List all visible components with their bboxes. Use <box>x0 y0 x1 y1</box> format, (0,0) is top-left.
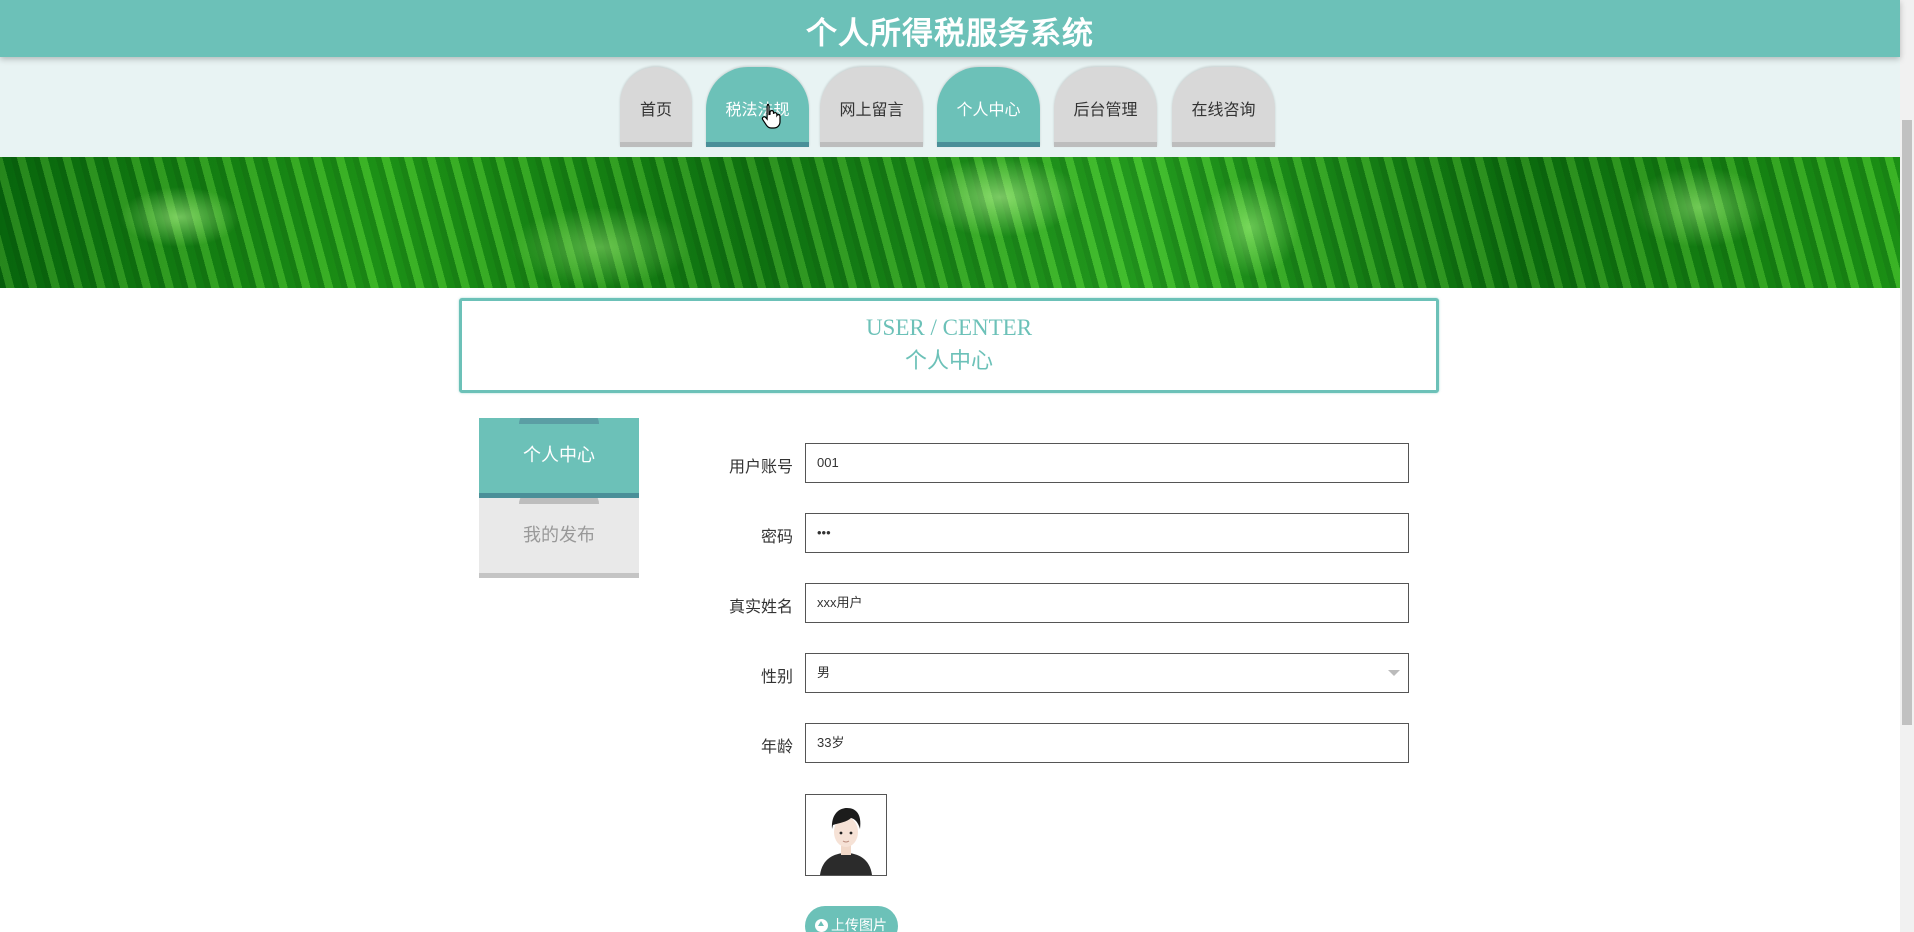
nav-user-center[interactable]: 个人中心 <box>937 67 1040 147</box>
account-label: 用户账号 <box>728 457 793 476</box>
realname-row: 真实姓名 xxx用户 <box>700 583 1410 623</box>
section-header: USER / CENTER 个人中心 <box>459 298 1439 393</box>
tab-hump-decoration <box>519 498 599 504</box>
nav-tax-law[interactable]: 税法法规 <box>706 67 809 147</box>
side-menu: 个人中心 我的发布 <box>479 413 639 578</box>
page: 个人所得税服务系统 首页 税法法规 网上留言 个人中心 后台管理 在线咨询 US… <box>0 0 1914 932</box>
nav-messages[interactable]: 网上留言 <box>820 67 923 147</box>
section-title-cn: 个人中心 <box>904 348 993 373</box>
site-title: 个人所得税服务系统 <box>806 16 1094 52</box>
grass-banner-image <box>0 157 1900 288</box>
account-input[interactable]: 001 <box>805 443 1409 483</box>
gender-label: 性别 <box>760 667 793 686</box>
section-title-en: USER / CENTER <box>865 315 1033 340</box>
page-scrollbar[interactable] <box>1900 0 1914 932</box>
account-row: 用户账号 001 <box>700 443 1410 483</box>
hand-pointer-icon <box>761 103 781 129</box>
upload-icon <box>815 919 828 932</box>
realname-input[interactable]: xxx用户 <box>805 583 1409 623</box>
avatar <box>805 794 887 876</box>
nav-admin[interactable]: 后台管理 <box>1054 67 1157 147</box>
nav-consult[interactable]: 在线咨询 <box>1172 67 1275 147</box>
gender-select[interactable]: 男 <box>805 653 1409 693</box>
upload-button-label: 上传图片 <box>831 918 887 932</box>
side-item-label: 我的发布 <box>523 525 595 546</box>
scrollbar-thumb[interactable] <box>1902 120 1912 725</box>
realname-label: 真实姓名 <box>728 597 793 616</box>
password-row: 密码 ••• <box>700 513 1410 553</box>
age-label: 年龄 <box>760 737 793 756</box>
tab-hump-decoration <box>519 418 599 424</box>
age-input[interactable]: 33岁 <box>805 723 1409 763</box>
password-input[interactable]: ••• <box>805 513 1409 553</box>
chevron-down-icon <box>1388 670 1400 676</box>
upload-image-button[interactable]: 上传图片 <box>805 906 898 932</box>
side-item-my-posts[interactable]: 我的发布 <box>479 498 639 578</box>
age-row: 年龄 33岁 <box>700 723 1410 763</box>
password-label: 密码 <box>760 527 793 546</box>
nav-home[interactable]: 首页 <box>620 67 692 147</box>
gender-row: 性别 男 <box>700 653 1410 693</box>
top-header: 个人所得税服务系统 <box>0 0 1900 57</box>
side-item-label: 个人中心 <box>523 445 595 466</box>
gender-selected-value: 男 <box>817 665 831 680</box>
avatar-portrait-image <box>806 795 886 875</box>
side-item-user-center[interactable]: 个人中心 <box>479 418 639 498</box>
nav-bar: 首页 税法法规 网上留言 个人中心 后台管理 在线咨询 <box>0 57 1900 157</box>
